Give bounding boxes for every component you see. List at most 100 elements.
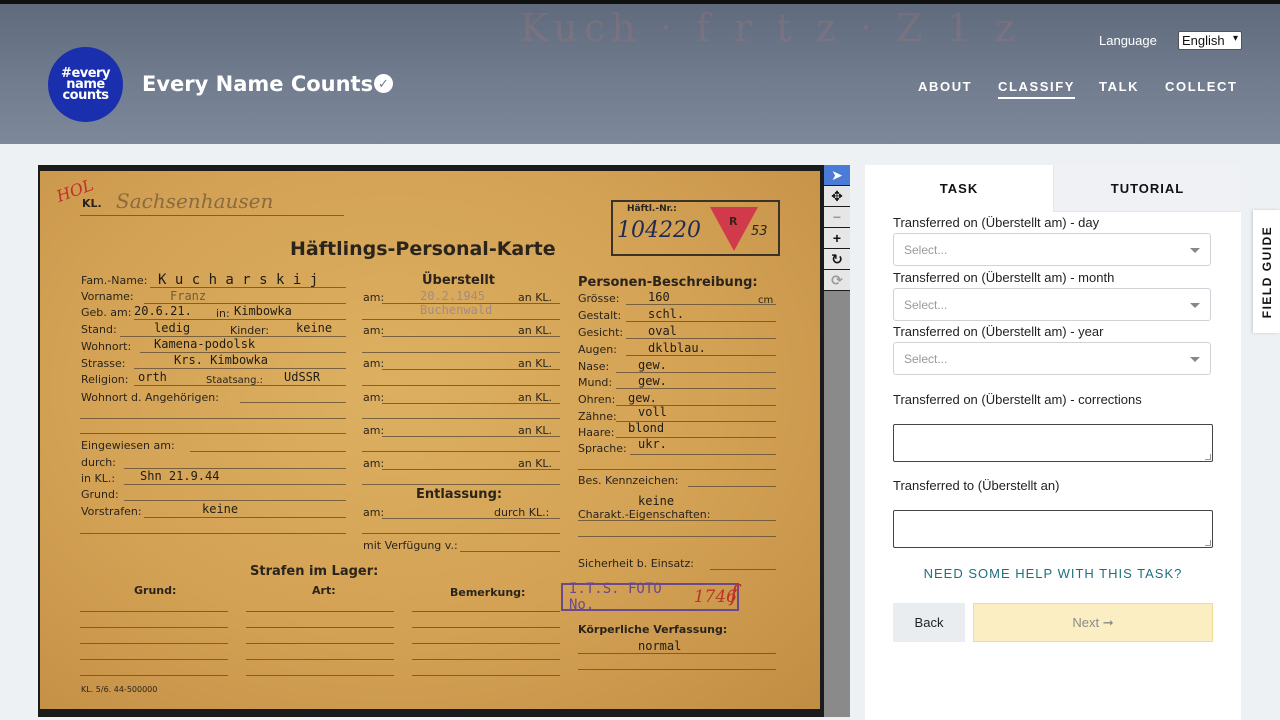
resize-handle-icon[interactable] [1205, 540, 1211, 546]
day-select[interactable]: Select... [893, 233, 1211, 266]
kl-handwritten: Sachsenhausen [116, 189, 274, 213]
nav-collect[interactable]: COLLECT [1165, 79, 1238, 94]
grund-label: Grund: [81, 488, 119, 501]
am-label-3: am: [363, 357, 385, 370]
header-background-decoration: Kuch · f r t z · Z 1 z [520, 6, 1021, 50]
chevron-down-icon [1190, 248, 1200, 253]
fam-name-value: K u c h a r s k i j [158, 272, 319, 288]
am-label-5: am: [363, 424, 385, 437]
vorstrafen-value: keine [202, 502, 239, 516]
zoom-in-icon[interactable]: + [824, 228, 850, 248]
tab-tutorial[interactable]: TUTORIAL [1053, 165, 1241, 212]
religion-label: Religion: [81, 373, 129, 386]
strafen-label: Strafen im Lager: [250, 564, 379, 579]
next-button[interactable]: Next ➞ [973, 603, 1213, 642]
resize-handle-icon[interactable] [1205, 454, 1211, 460]
vorname-value: Franz [170, 289, 207, 303]
chevron-down-icon [1190, 357, 1200, 362]
ueberstellt-header: Überstellt [422, 273, 495, 288]
stand-label: Stand: [81, 323, 117, 336]
its-suffix: f [730, 582, 739, 607]
nav-talk[interactable]: TALK [1099, 79, 1139, 94]
project-title[interactable]: Every Name Counts [142, 72, 373, 96]
wohnort-value: Kamena-podolsk [154, 337, 256, 351]
strasse-value: Krs. Kimbowka [174, 353, 268, 367]
staatsang-value: UdSSR [284, 370, 321, 384]
in-kl-label: in KL.: [81, 472, 116, 485]
sicherheit-label: Sicherheit b. Einsatz: [578, 557, 694, 570]
personen-header: Personen-Beschreibung: [578, 275, 758, 290]
vorname-label: Vorname: [81, 290, 134, 303]
field-label-transferred-to: Transferred to (Überstellt an) [893, 478, 1060, 493]
bemerkung-column: Bemerkung: [450, 586, 526, 599]
tab-task[interactable]: TASK [865, 165, 1053, 212]
field-label-corrections: Transferred on (Überstellt am) - correct… [893, 392, 1142, 407]
wohnort-label: Wohnort: [81, 340, 132, 353]
am-label-7: am: [363, 506, 385, 519]
entlassung-label: Entlassung: [416, 487, 503, 502]
groesse-label: Grösse: [578, 292, 620, 305]
haeftl-nr: 104220 [617, 218, 701, 243]
field-guide-label: FIELD GUIDE [1259, 225, 1274, 318]
koerperliche-label: Körperliche Verfassung: [578, 623, 728, 636]
project-header: Kuch · f r t z · Z 1 z #every name count… [0, 0, 1280, 144]
nav-about[interactable]: ABOUT [918, 79, 972, 94]
am-label-6: am: [363, 457, 385, 470]
in-kl-value: Shn 21.9.44 [140, 469, 220, 483]
its-stamp-label: I.T.S. FOTO No. [569, 581, 662, 613]
eingewiesen-label: Eingewiesen am: [81, 439, 175, 452]
subject-image[interactable]: HOL KL. Sachsenhausen Häftl.-Nr.: 104220… [40, 171, 820, 709]
vorstrafen-label: Vorstrafen: [81, 505, 142, 518]
year-select-placeholder: Select... [904, 351, 948, 366]
gesicht-label: Gesicht: [578, 326, 624, 339]
gestalt-label: Gestalt: [578, 309, 622, 322]
corrections-textarea[interactable] [893, 424, 1213, 462]
geb-ort-value: Kimbowka [234, 304, 292, 318]
language-select-value: English [1182, 33, 1225, 48]
month-select[interactable]: Select... [893, 288, 1211, 321]
stamp-date: 20.2.1945 [420, 289, 486, 303]
reset-icon[interactable]: ⟳ [824, 270, 850, 290]
kennzeichen-label: Bes. Kennzeichen: [578, 474, 679, 487]
nase-label: Nase: [578, 360, 610, 373]
year-select[interactable]: Select... [893, 342, 1211, 375]
stand-value: ledig [154, 321, 191, 335]
rotate-icon[interactable]: ↻ [824, 249, 850, 269]
card-title: Häftlings-Personal-Karte [290, 238, 556, 260]
field-label-day: Transferred on (Überstellt am) - day [893, 215, 1100, 230]
grund-column: Grund: [134, 584, 177, 597]
chevron-down-icon [1190, 303, 1200, 308]
nav-classify[interactable]: CLASSIFY [998, 79, 1076, 99]
language-select[interactable]: English ▾ [1178, 31, 1242, 50]
triangle-badge [710, 207, 758, 251]
image-toolbar: ➤ ✥ − + ↻ ⟳ [824, 165, 850, 291]
month-select-placeholder: Select... [904, 297, 948, 312]
religion-value: orth [138, 370, 167, 384]
mund-label: Mund: [578, 376, 613, 389]
task-panel: TASK TUTORIAL Transferred on (Überstellt… [865, 165, 1241, 720]
back-button[interactable]: Back [893, 603, 965, 642]
viewer-toolbar-track [824, 291, 850, 717]
pointer-icon[interactable]: ➤ [824, 165, 850, 185]
transferred-to-textarea[interactable] [893, 510, 1213, 548]
durch-label: durch: [81, 456, 116, 469]
haeftl-nr-label: Häftl.-Nr.: [627, 204, 677, 214]
project-logo[interactable]: #every name counts [48, 47, 123, 122]
ohren-value: gew. [628, 391, 657, 405]
kl-label: KL. [82, 197, 102, 210]
gestalt-value: schl. [648, 307, 685, 321]
fam-name-label: Fam.-Name: [81, 274, 148, 287]
koerperliche-value: normal [638, 639, 682, 653]
augen-value: dklblau. [648, 341, 706, 355]
card-footer: KL. 5/6. 44-500000 [81, 685, 158, 694]
field-label-month: Transferred on (Überstellt am) - month [893, 270, 1115, 285]
zoom-out-icon[interactable]: − [824, 207, 850, 227]
triangle-letter: R [729, 215, 738, 228]
kinder-value: keine [296, 321, 333, 335]
verified-check-icon: ✓ [374, 74, 393, 93]
day-select-placeholder: Select... [904, 242, 948, 257]
help-link[interactable]: NEED SOME HELP WITH THIS TASK? [865, 566, 1241, 581]
move-icon[interactable]: ✥ [824, 186, 850, 206]
angehoerige-label: Wohnort d. Angehörigen: [81, 391, 219, 404]
field-guide-tab[interactable]: FIELD GUIDE [1253, 210, 1280, 333]
